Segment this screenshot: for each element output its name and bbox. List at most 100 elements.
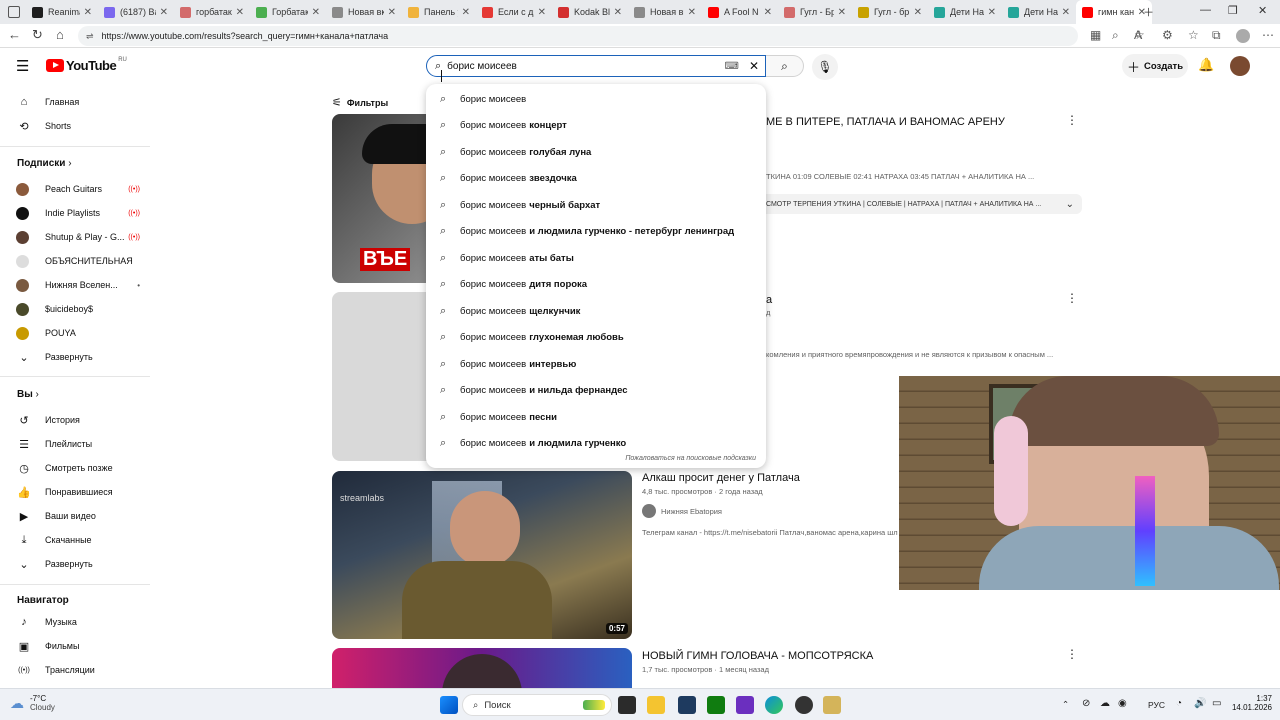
windows-start-icon[interactable] bbox=[440, 696, 458, 714]
channel-name[interactable]: д bbox=[766, 308, 770, 317]
close-tab-icon[interactable]: ✕ bbox=[1062, 7, 1070, 18]
browser-tab[interactable]: Гугл - бр ✕ bbox=[852, 0, 928, 24]
chapters-bar[interactable]: СМОТР ТЕРПЕНИЯ УТКИНА | СОЛЕВЫЕ | НАТРАХ… bbox=[766, 194, 1082, 214]
subscriptions-header[interactable]: Подписки › bbox=[17, 158, 72, 169]
more-actions-icon[interactable]: ⋮ bbox=[1066, 291, 1078, 305]
search-suggestion-item[interactable]: ⌕ борис моисеев голубая луна bbox=[426, 139, 766, 165]
close-tab-icon[interactable]: ✕ bbox=[988, 7, 996, 18]
browser-tab[interactable]: гимн кан ✕ bbox=[1076, 0, 1152, 24]
notifications-bell-icon[interactable]: 🔔 bbox=[1198, 57, 1214, 73]
you-header[interactable]: Вы › bbox=[17, 389, 39, 400]
close-tab-icon[interactable]: ✕ bbox=[462, 7, 470, 18]
close-tab-icon[interactable]: ✕ bbox=[236, 7, 244, 18]
search-suggestion-item[interactable]: ⌕ борис моисеев дитя порока bbox=[426, 272, 766, 298]
more-actions-icon[interactable]: ⋮ bbox=[1066, 113, 1078, 127]
browser-tab[interactable]: (6187) Ва ✕ bbox=[98, 0, 174, 24]
clock[interactable]: 1:37 14.01.2026 bbox=[1228, 694, 1272, 712]
sidebar-item-you[interactable]: ⌄ Развернуть bbox=[16, 554, 140, 574]
weather-widget[interactable]: ☁ -7°C Cloudy bbox=[10, 694, 55, 712]
search-field[interactable]: ⌕ борис моисеев ⌨ ✕ bbox=[426, 55, 766, 77]
close-tab-icon[interactable]: ✕ bbox=[688, 7, 696, 18]
browser-tab[interactable]: Kodak Bla ✕ bbox=[552, 0, 628, 24]
edge-browser-icon[interactable] bbox=[765, 696, 783, 714]
favorites-icon[interactable]: ☆ bbox=[1188, 28, 1199, 42]
tray-chevron-icon[interactable]: ⌃ bbox=[1062, 699, 1069, 710]
sidebar-item-you[interactable]: ↺ История bbox=[16, 410, 140, 430]
search-suggestion-item[interactable]: ⌕ борис моисеев и людмила гурченко - петер… bbox=[426, 219, 766, 245]
task-view-icon[interactable] bbox=[618, 696, 636, 714]
avatar[interactable] bbox=[1230, 56, 1250, 76]
browser-tab[interactable]: Новая вк ✕ bbox=[628, 0, 702, 24]
volume-icon[interactable]: 🔊 bbox=[1194, 698, 1206, 709]
sidebar-item-subscription[interactable]: POUYA bbox=[16, 323, 140, 343]
browser-tab[interactable]: Гугл - Бр ✕ bbox=[778, 0, 852, 24]
sidebar-item-home[interactable]: ⌂ Главная bbox=[16, 92, 140, 112]
browser-tab[interactable]: Дети Нат ✕ bbox=[1002, 0, 1076, 24]
search-suggestion-item[interactable]: ⌕ борис моисеев звездочка bbox=[426, 166, 766, 192]
close-tab-icon[interactable]: ✕ bbox=[914, 7, 922, 18]
sidebar-item-you[interactable]: ◷ Смотреть позже bbox=[16, 458, 140, 478]
video-thumbnail[interactable]: streamlabs 0:57 bbox=[332, 471, 632, 639]
profile-icon[interactable] bbox=[1236, 29, 1250, 43]
video-title[interactable]: а bbox=[766, 294, 772, 306]
create-button[interactable]: ＋ Создать bbox=[1122, 54, 1188, 78]
close-tab-icon[interactable]: ✕ bbox=[838, 7, 846, 18]
menu-icon[interactable]: ☰ bbox=[16, 57, 29, 75]
close-tab-icon[interactable]: ✕ bbox=[388, 7, 396, 18]
browser-tab[interactable]: горбатак ✕ bbox=[174, 0, 250, 24]
sidebar-item-nav[interactable]: ♪ Музыка bbox=[16, 612, 140, 632]
tray-app-icon[interactable]: ☁ bbox=[1100, 698, 1110, 709]
tab-actions-icon[interactable] bbox=[8, 6, 20, 18]
sidebar-item-nav[interactable]: ▣ Фильмы bbox=[16, 636, 140, 656]
site-info-icon[interactable]: ⇌ bbox=[86, 31, 94, 42]
tray-app-icon[interactable]: ◉ bbox=[1118, 698, 1127, 709]
sidebar-item-subscription[interactable]: Нижняя Вселен... • bbox=[16, 275, 140, 295]
xbox-icon[interactable] bbox=[707, 696, 725, 714]
video-title[interactable]: МЕ В ПИТЕРЕ, ПАТЛАЧА И ВАНОМАС АРЕНУ bbox=[766, 116, 1005, 128]
search-suggestion-item[interactable]: ⌕ борис моисеев песни bbox=[426, 404, 766, 430]
extensions-icon[interactable]: ⚙ bbox=[1162, 28, 1173, 42]
sidebar-item-subscription[interactable]: ⌄ Развернуть bbox=[16, 347, 140, 367]
clear-search-icon[interactable]: ✕ bbox=[749, 59, 759, 73]
sidebar-item-subscription[interactable]: Shutup & Play - G... ((•)) bbox=[16, 227, 140, 247]
voice-search-button[interactable]: 🎙 bbox=[812, 54, 838, 80]
sidebar-item-shorts[interactable]: ⟲ Shorts bbox=[16, 116, 140, 136]
browser-tab[interactable]: Новая вк ✕ bbox=[326, 0, 402, 24]
minimize-button[interactable]: — bbox=[1200, 4, 1211, 16]
browser-tab[interactable]: A Fool N ✕ bbox=[702, 0, 778, 24]
file-explorer-icon[interactable] bbox=[647, 696, 665, 714]
app-icon[interactable] bbox=[678, 696, 696, 714]
browser-tab[interactable]: Горбатак ✕ bbox=[250, 0, 326, 24]
browser-tab[interactable]: Reanimat ✕ bbox=[26, 0, 98, 24]
video-thumbnail[interactable] bbox=[332, 648, 632, 688]
browser-tab[interactable]: Панель у ✕ bbox=[402, 0, 476, 24]
sidebar-item-you[interactable]: ⤓ Скачанные bbox=[16, 530, 140, 550]
sidebar-item-subscription[interactable]: Indie Playlists ((•)) bbox=[16, 203, 140, 223]
search-button[interactable]: ⌕ bbox=[766, 55, 804, 77]
channel-row[interactable]: Нижняя Еbatория bbox=[642, 504, 722, 518]
keyboard-icon[interactable]: ⌨ bbox=[725, 61, 739, 72]
search-suggestion-item[interactable]: ⌕ борис моисеев аты баты bbox=[426, 245, 766, 271]
close-tab-icon[interactable]: ✕ bbox=[312, 7, 320, 18]
search-suggestion-item[interactable]: ⌕ борис моисеев концерт bbox=[426, 113, 766, 139]
input-language[interactable]: РУС bbox=[1148, 700, 1165, 710]
sidebar-item-subscription[interactable]: Peach Guitars ((•)) bbox=[16, 179, 140, 199]
battery-icon[interactable]: ▭ bbox=[1212, 698, 1221, 709]
more-menu-icon[interactable]: ⋯ bbox=[1262, 28, 1274, 42]
maximize-button[interactable]: ❐ bbox=[1228, 4, 1238, 17]
search-suggestion-item[interactable]: ⌕ борис моисеев и людмила гурченко bbox=[426, 431, 766, 457]
zoom-icon[interactable]: ⌕ bbox=[1112, 28, 1119, 43]
search-suggestion-item[interactable]: ⌕ борис моисеев глухонемая любовь bbox=[426, 325, 766, 351]
more-actions-icon[interactable]: ⋮ bbox=[1066, 647, 1078, 661]
chevron-down-icon[interactable]: ⌄ bbox=[1066, 199, 1074, 210]
sidebar-item-subscription[interactable]: ОБЪЯСНИТЕЛЬНАЯ bbox=[16, 251, 140, 271]
sidebar-item-you[interactable]: 👍 Понравившиеся bbox=[16, 482, 140, 502]
browser-tab[interactable]: Дети Нат ✕ bbox=[928, 0, 1002, 24]
close-tab-icon[interactable]: ✕ bbox=[538, 7, 546, 18]
install-app-icon[interactable]: ▦ bbox=[1090, 28, 1101, 42]
search-suggestion-item[interactable]: ⌕ борис моисеев bbox=[426, 86, 766, 112]
browser-tab[interactable]: Если с др ✕ bbox=[476, 0, 552, 24]
reload-icon[interactable]: ↻ bbox=[32, 27, 43, 43]
wifi-icon[interactable]: ◔ bbox=[1176, 698, 1182, 709]
close-tab-icon[interactable]: ✕ bbox=[160, 7, 168, 18]
